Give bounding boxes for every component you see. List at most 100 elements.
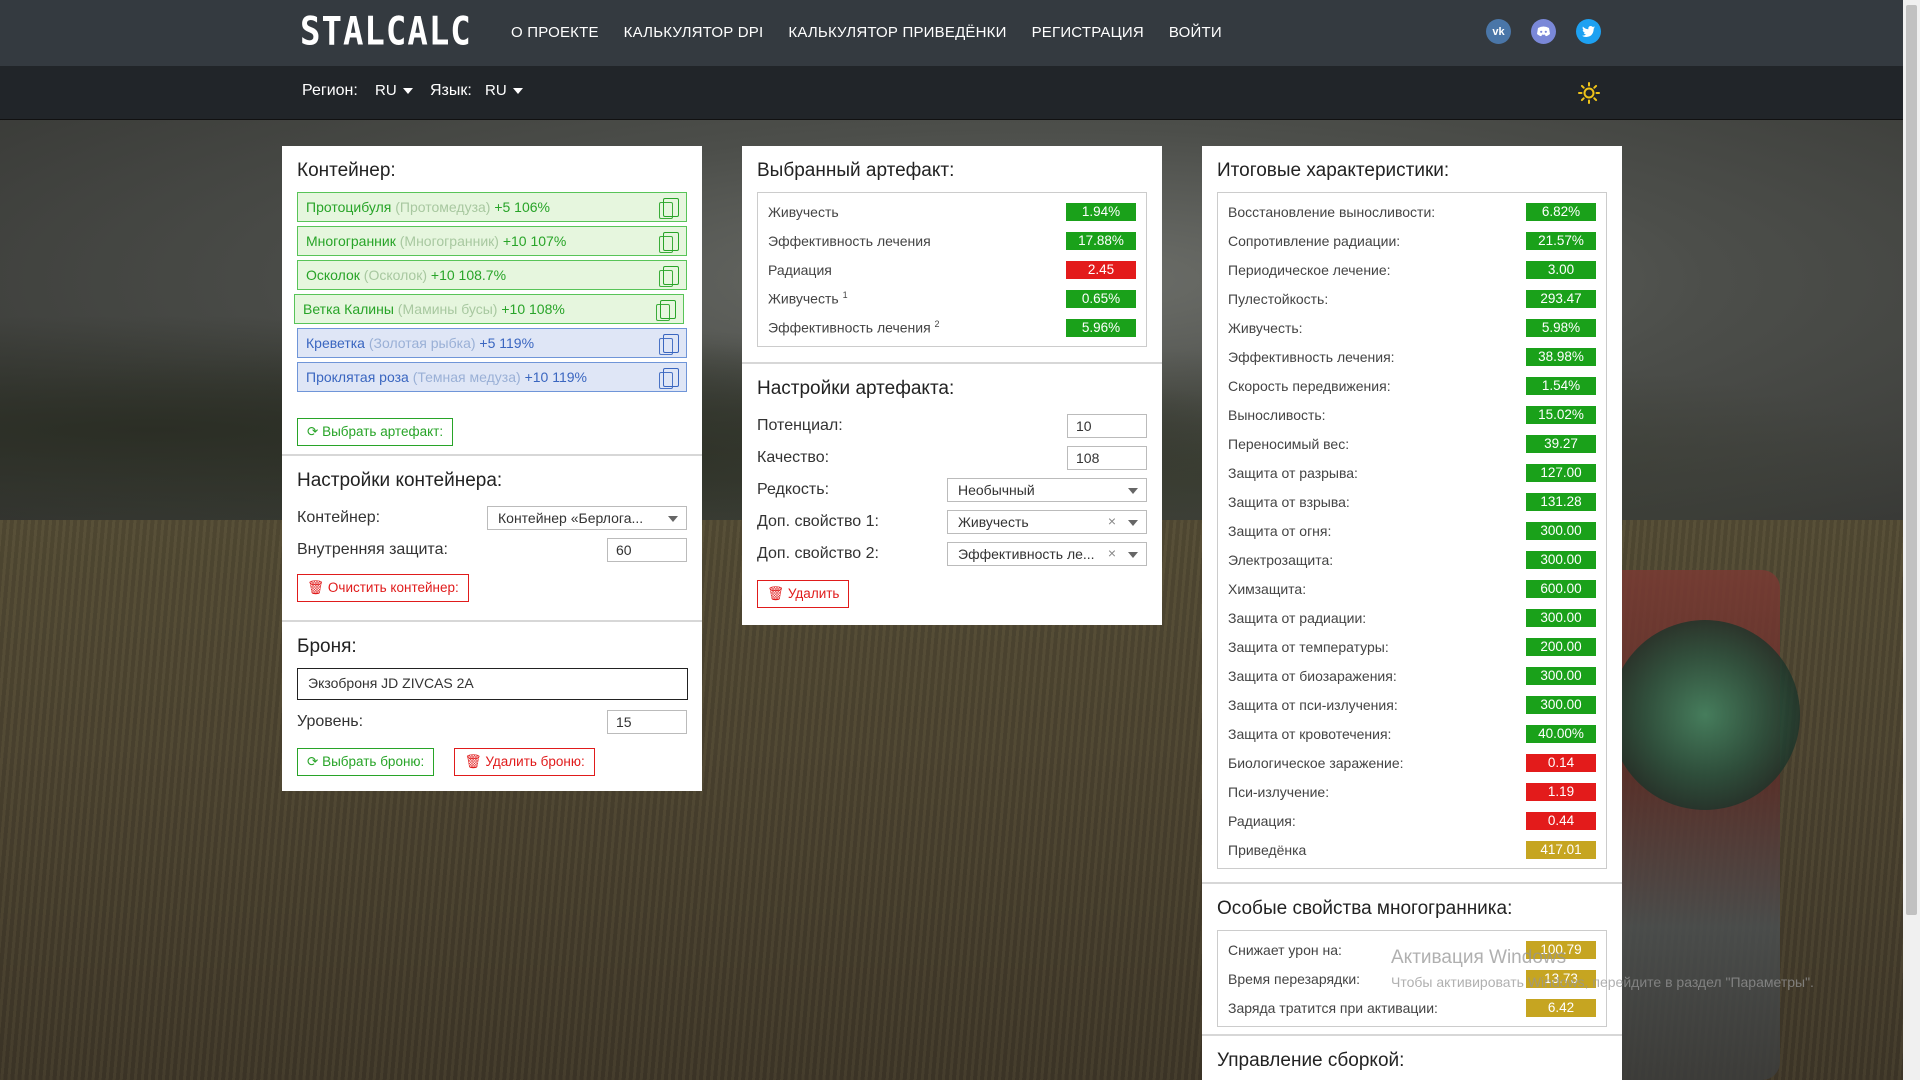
stat-label-text: Защита от биозаражения: xyxy=(1228,667,1397,684)
extra-property-2-row: Доп. свойство 2: Эффективность ле... × xyxy=(757,538,1147,570)
special-stat-row: Снижает урон на: 100.79 xyxy=(1228,935,1596,964)
armor-section: Броня: Экзоброня JD ZIVCAS 2A Уровень: 1… xyxy=(282,622,702,788)
stat-label: Радиация: xyxy=(1228,813,1296,829)
nav-item-login[interactable]: ВОЙТИ xyxy=(1169,24,1222,41)
copy-icon[interactable] xyxy=(659,198,679,219)
stat-value: 40.00% xyxy=(1526,724,1596,743)
stat-label: Периодическое лечение: xyxy=(1228,262,1391,278)
container-artifact-item[interactable]: Осколок (Осколок) +10 108.7% xyxy=(297,260,687,290)
artifact-name: Протоцибуля xyxy=(306,199,392,215)
stat-value: 15.02% xyxy=(1526,405,1596,424)
copy-icon[interactable] xyxy=(659,368,679,389)
inner-protection-input[interactable]: 60 xyxy=(607,538,687,562)
total-stat-row: Защита от радиации: 300.00 xyxy=(1228,603,1596,632)
total-stat-row: Живучесть: 5.98% xyxy=(1228,313,1596,342)
clear-icon[interactable]: × xyxy=(1108,513,1116,529)
clear-icon[interactable]: × xyxy=(1108,545,1116,561)
extra-property-1-row: Доп. свойство 1: Живучесть × xyxy=(757,506,1147,538)
total-stat-row: Пулестойкость: 293.47 xyxy=(1228,284,1596,313)
nav-item-dpi-calculator[interactable]: КАЛЬКУЛЯТОР DPI xyxy=(624,24,764,41)
container-type-select[interactable]: Контейнер «Берлога... xyxy=(487,506,687,530)
rarity-value: Необычный xyxy=(958,482,1035,498)
nav-item-reduced-calculator[interactable]: КАЛЬКУЛЯТОР ПРИВЕДЁНКИ xyxy=(788,24,1006,41)
container-artifact-list: Протоцибуля (Протомедуза) +5 106% Многогр… xyxy=(294,192,687,392)
trash-icon: 🗑 xyxy=(767,586,785,601)
armor-input[interactable]: Экзоброня JD ZIVCAS 2A xyxy=(297,668,688,700)
container-artifact-item[interactable]: Креветка (Золотая рыбка) +5 119% xyxy=(297,328,687,358)
main-menu: О ПРОЕКТЕ КАЛЬКУЛЯТОР DPI КАЛЬКУЛЯТОР ПР… xyxy=(511,24,1247,41)
potential-input[interactable]: 10 xyxy=(1067,414,1147,438)
stat-label: Скорость передвижения: xyxy=(1228,378,1391,394)
totals-stats: Восстановление выносливости: 6.82% Сопроти… xyxy=(1217,192,1607,869)
stat-label-text: Радиация xyxy=(768,261,832,278)
clear-container-button[interactable]: 🗑 Очистить контейнер: xyxy=(297,574,469,602)
special-stat-row: Время перезарядки: 13.73 xyxy=(1228,964,1596,993)
nav-item-about[interactable]: О ПРОЕКТЕ xyxy=(511,24,599,41)
select-artifact-label: Выбрать артефакт: xyxy=(322,424,444,439)
copy-icon[interactable] xyxy=(659,334,679,355)
stat-label: Живучесть 1 xyxy=(768,290,848,307)
armor-level-input[interactable]: 15 xyxy=(607,710,687,734)
extra-property-2-select[interactable]: Эффективность ле... × xyxy=(947,542,1147,566)
total-stat-row: Защита от кровотечения: 40.00% xyxy=(1228,719,1596,748)
container-settings-section: Настройки контейнера: Контейнер: Контейн… xyxy=(282,456,702,622)
delete-artifact-label: Удалить xyxy=(787,586,840,601)
region-dropdown[interactable]: RU xyxy=(375,82,413,99)
copy-icon[interactable] xyxy=(659,232,679,253)
total-stat-row: Защита от разрыва: 127.00 xyxy=(1228,458,1596,487)
armor-level-row: Уровень: 15 xyxy=(297,706,687,738)
nav-item-register[interactable]: РЕГИСТРАЦИЯ xyxy=(1032,24,1144,41)
stat-value: 6.82% xyxy=(1526,202,1596,221)
copy-icon[interactable] xyxy=(659,266,679,287)
stat-label-text: Пулестойкость: xyxy=(1228,290,1329,307)
rarity-label: Редкость: xyxy=(757,481,830,498)
vertical-scrollbar[interactable] xyxy=(1903,0,1920,1080)
stat-value: 0.44 xyxy=(1526,811,1596,830)
quality-input[interactable]: 108 xyxy=(1067,446,1147,470)
region-value: RU xyxy=(375,82,397,99)
vk-icon[interactable]: vk xyxy=(1486,19,1511,44)
totals-card: Итоговые характеристики: Восстановление … xyxy=(1202,146,1622,1080)
delete-artifact-button[interactable]: 🗑 Удалить xyxy=(757,580,850,608)
stat-label-text: Пси-излучение: xyxy=(1228,783,1330,800)
language-dropdown[interactable]: RU xyxy=(485,82,523,99)
stat-value: 0.65% xyxy=(1066,289,1136,308)
artifact-settings-title: Настройки артефакта: xyxy=(757,378,955,399)
selected-artifact-stats: Живучесть 1.94% Эффективность лечения 17.88… xyxy=(757,192,1147,347)
stat-label: Эффективность лечения: xyxy=(1228,349,1395,365)
theme-toggle-sun-icon[interactable] xyxy=(1578,82,1600,104)
stat-label: Защита от разрыва: xyxy=(1228,465,1358,481)
delete-armor-button[interactable]: 🗑 Удалить броню: xyxy=(454,748,595,776)
clear-container-label: Очистить контейнер: xyxy=(327,580,459,595)
stat-value: 3.00 xyxy=(1526,260,1596,279)
rarity-select[interactable]: Необычный xyxy=(947,478,1147,502)
stat-value: 300.00 xyxy=(1526,695,1596,714)
stat-label-text: Эффективность лечения xyxy=(768,232,931,249)
stat-label: Защита от огня: xyxy=(1228,523,1331,539)
select-artifact-button[interactable]: ⟳ Выбрать артефакт: xyxy=(297,418,454,446)
select-armor-button[interactable]: ⟳ Выбрать броню: xyxy=(297,748,435,776)
social-links: vk xyxy=(1486,19,1601,44)
discord-icon[interactable] xyxy=(1531,19,1556,44)
site-logo[interactable]: STALCALC xyxy=(300,9,472,55)
extra-property-1-select[interactable]: Живучесть × xyxy=(947,510,1147,534)
twitter-icon[interactable] xyxy=(1576,19,1601,44)
artifact-info: +5 106% xyxy=(494,199,550,215)
stat-value: 300.00 xyxy=(1526,666,1596,685)
trash-icon: 🗑 xyxy=(307,580,325,595)
container-artifact-item[interactable]: Ветка Калины (Мамины бусы) +10 108% xyxy=(294,294,684,324)
copy-icon[interactable] xyxy=(656,300,676,321)
stat-value: 600.00 xyxy=(1526,579,1596,598)
total-stat-row: Защита от температуры: 200.00 xyxy=(1228,632,1596,661)
container-artifact-item[interactable]: Проклятая роза (Темная медуза) +10 119% xyxy=(297,362,687,392)
container-artifact-item[interactable]: Протоцибуля (Протомедуза) +5 106% xyxy=(297,192,687,222)
container-artifact-item[interactable]: Многогранник (Многогранник) +10 107% xyxy=(297,226,687,256)
chevron-down-icon xyxy=(1128,520,1138,526)
total-stat-row: Выносливость: 15.02% xyxy=(1228,400,1596,429)
stat-label: Защита от кровотечения: xyxy=(1228,726,1391,742)
totals-section: Итоговые характеристики: Восстановление … xyxy=(1202,146,1622,884)
language-value: RU xyxy=(485,82,507,99)
stat-label-text: Защита от пси-излучения: xyxy=(1228,696,1398,713)
selected-artifact-card: Выбранный артефакт: Живучесть 1.94% Эффект… xyxy=(742,146,1162,625)
scrollbar-thumb[interactable] xyxy=(1906,5,1917,915)
